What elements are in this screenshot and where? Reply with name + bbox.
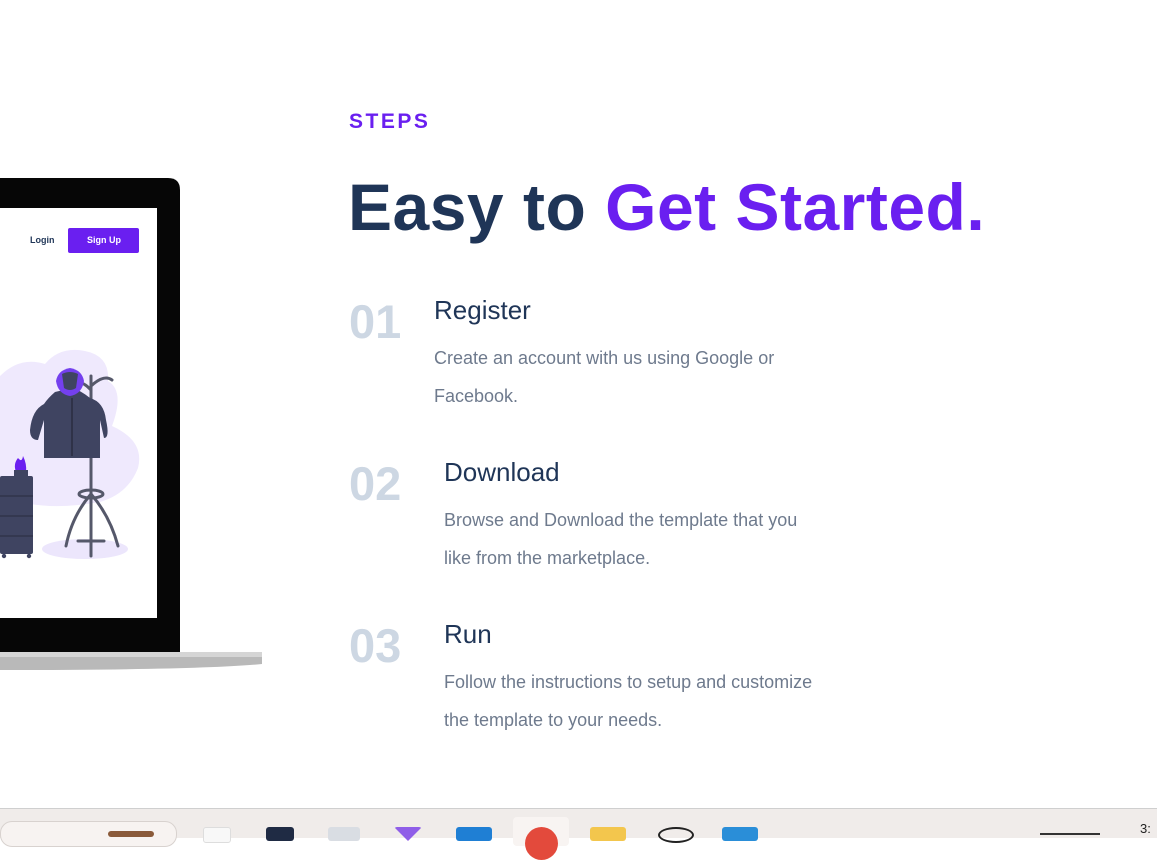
vscode-icon[interactable] <box>722 827 758 841</box>
os-taskbar: 3: <box>0 808 1157 860</box>
steps-section: Login Sign Up STEPS Easy to Get Started.… <box>0 0 1157 808</box>
step-number: 02 <box>349 457 402 510</box>
step-title: Download <box>444 457 560 487</box>
preview-signup-label: Sign Up <box>87 235 121 245</box>
section-eyebrow: STEPS <box>349 110 431 133</box>
weather-widget-icon[interactable] <box>108 831 154 837</box>
section-headline: Easy to Get Started. <box>348 168 985 246</box>
system-tray-icon[interactable] <box>1040 833 1100 835</box>
terminal-icon[interactable] <box>266 827 294 841</box>
step-description-line: the template to your needs. <box>444 710 663 730</box>
step-number: 01 <box>349 295 402 348</box>
headline-accent-text: Get Started. <box>605 170 986 244</box>
step-description-line: Facebook. <box>434 386 519 406</box>
step-title: Run <box>444 619 492 649</box>
step-number: 03 <box>349 619 402 672</box>
laptop-illustration: Login Sign Up <box>0 178 262 670</box>
step-description-line: Follow the instructions to setup and cus… <box>444 672 813 692</box>
chrome-icon-active[interactable] <box>513 817 569 860</box>
app-icon[interactable] <box>328 827 360 841</box>
visual-studio-icon[interactable] <box>394 827 422 841</box>
step-description-line: Create an account with us using Google o… <box>434 348 775 368</box>
file-explorer-icon[interactable] <box>590 827 626 841</box>
headline-main-text: Easy to <box>348 170 606 244</box>
chatgpt-icon[interactable] <box>658 827 694 843</box>
preview-login-link: Login <box>30 235 55 245</box>
step-title: Register <box>434 295 531 325</box>
step-description-line: like from the marketplace. <box>444 548 651 568</box>
taskbar-clock[interactable]: 3: <box>1140 821 1151 836</box>
step-description-line: Browse and Download the template that yo… <box>444 510 798 530</box>
task-view-icon[interactable] <box>203 827 231 843</box>
chrome-icon <box>525 827 558 860</box>
store-icon[interactable] <box>456 827 492 841</box>
